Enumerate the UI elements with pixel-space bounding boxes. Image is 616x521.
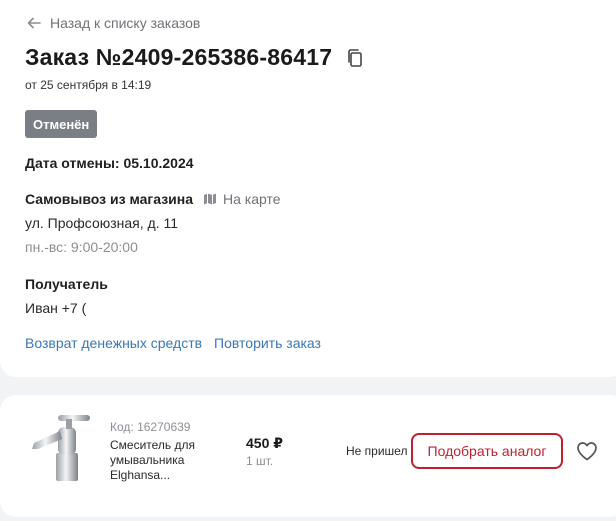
item-status: Не пришел — [346, 444, 408, 458]
back-label: Назад к списку заказов — [50, 15, 201, 31]
refund-link[interactable]: Возврат денежных средств — [25, 335, 202, 351]
arrow-left-icon — [27, 17, 41, 29]
order-item-card: Код: 16270639 Смеситель для умывальника … — [0, 395, 616, 517]
map-icon — [204, 193, 216, 205]
map-link[interactable]: На карте — [203, 191, 281, 207]
order-date: от 25 сентября в 14:19 — [25, 78, 152, 92]
find-analog-button[interactable]: Подобрать аналог — [411, 433, 563, 469]
item-quantity: 1 шт. — [246, 454, 274, 468]
pickup-row: Самовывоз из магазина На карте — [25, 191, 281, 207]
back-to-orders-link[interactable]: Назад к списку заказов — [26, 15, 200, 31]
repeat-order-link[interactable]: Повторить заказ — [214, 335, 321, 351]
order-actions: Возврат денежных средств Повторить заказ — [25, 335, 321, 351]
recipient-label: Получатель — [25, 276, 108, 292]
order-card: Назад к списку заказов Заказ №2409-26538… — [0, 0, 616, 377]
item-name[interactable]: Смеситель для умывальника Elghansa... — [110, 438, 220, 483]
product-image[interactable] — [28, 413, 94, 483]
item-price: 450 ₽ — [246, 435, 283, 451]
heart-icon[interactable] — [575, 439, 599, 463]
cancel-date: Дата отмены: 05.10.2024 — [25, 155, 194, 171]
pickup-label: Самовывоз из магазина — [25, 191, 193, 207]
order-title-row: Заказ №2409-265386-86417 — [25, 44, 366, 71]
recipient-value: Иван +7 ( — [25, 300, 87, 316]
item-code: Код: 16270639 — [110, 420, 191, 434]
store-address: ул. Профсоюзная, д. 11 — [25, 215, 179, 231]
map-link-label: На карте — [223, 191, 281, 207]
page-title: Заказ №2409-265386-86417 — [25, 44, 333, 70]
item-info: Код: 16270639 Смеситель для умывальника … — [110, 420, 220, 483]
store-hours: пн.-вс: 9:00-20:00 — [25, 239, 138, 255]
copy-icon[interactable] — [344, 47, 366, 69]
status-badge: Отменён — [25, 110, 98, 138]
